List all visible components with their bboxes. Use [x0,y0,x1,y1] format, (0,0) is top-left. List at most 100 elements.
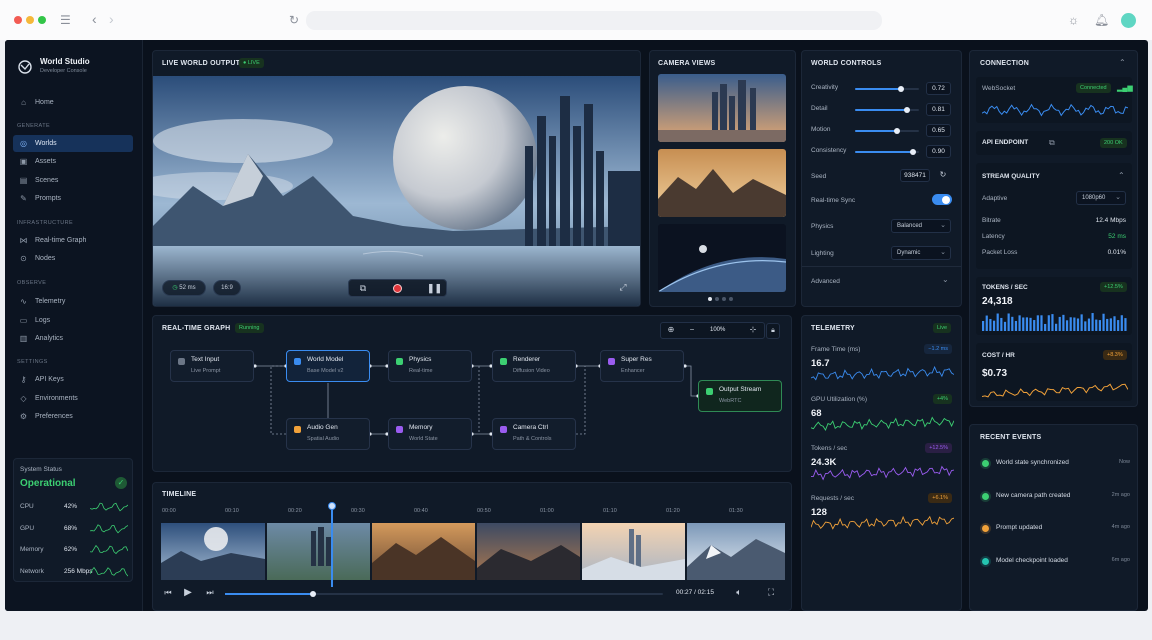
graph-node-physics[interactable]: Physics Real-time [388,350,472,382]
sidebar-item-environments[interactable]: ◇ Environments [13,390,133,407]
recent-events-title: RECENT EVENTS [980,434,1042,441]
slider-knob[interactable] [898,86,905,92]
sidebar-item-logs[interactable]: ▭ Logs [13,312,133,329]
skip-back-icon[interactable]: ⏮︎ [162,588,174,598]
sidebar-item-nodes[interactable]: ⊙ Nodes [13,250,133,267]
camera-view-2[interactable] [658,149,786,217]
resolution-select[interactable]: 1080p60 ⌄ [1076,191,1126,205]
graph-node-output-stream[interactable]: Output Stream WebRTC [698,380,782,412]
maximize-window-button[interactable] [38,16,46,24]
slider-value[interactable]: 0.81 [926,103,951,116]
event-item[interactable]: Model checkpoint loaded 6m ago [980,555,1130,569]
profile-avatar[interactable] [1121,13,1136,28]
reload-icon[interactable]: ↻ [289,14,299,26]
timeline-tick: 00:50 [477,508,491,514]
carousel-indicator[interactable] [708,297,738,301]
play-icon[interactable]: ▶ [182,587,194,598]
record-button[interactable] [393,284,402,293]
back-icon[interactable]: ‹ [92,12,97,26]
theme-sun-icon[interactable]: ☼ [1068,14,1079,26]
timeline-time: 00:27 / 02:15 [676,589,714,596]
copy-icon[interactable]: ⧉ [1049,138,1055,148]
event-time: 6m ago [1111,556,1130,563]
event-item[interactable]: New camera path created 2m ago [980,490,1130,504]
sidebar-item-home[interactable]: ⌂ Home [13,94,133,111]
event-item[interactable]: World state synchronized Now [980,457,1130,471]
fullscreen-icon[interactable]: ⤢ [616,282,630,293]
timeline-tick: 00:00 [162,508,176,514]
timeline-playhead[interactable] [328,502,336,587]
sidebar-item-api-keys[interactable]: ⚷ API Keys [13,371,133,388]
sidebar-item-analytics[interactable]: ▥ Analytics [13,330,133,347]
refresh-seed-icon[interactable]: ↻ [938,170,948,179]
graph-node-audio-gen[interactable]: Audio Gen Spatial Audio [286,418,370,450]
sidebar-item-scenes[interactable]: ▤ Scenes [13,172,133,189]
lighting-label: Lighting [811,250,834,257]
camera-view-1[interactable] [658,74,786,142]
graph-node-text-input[interactable]: Text Input Live Prompt [170,350,254,382]
timeline-scrubber[interactable] [225,591,663,597]
minimize-window-button[interactable] [26,16,34,24]
graph-node-world-model[interactable]: World Model Base Model v2 [286,350,370,382]
sidebar-item-preferences[interactable]: ⚙ Preferences [13,408,133,425]
slider-knob[interactable] [893,128,900,134]
slider-detail[interactable] [855,107,919,113]
node-subtitle: WebRTC [719,398,742,404]
graph-node-renderer[interactable]: Renderer Diffusion Video [492,350,576,382]
box-icon: ▣ [19,157,28,166]
pause-icon[interactable]: ❚❚ [427,283,442,294]
advanced-toggle[interactable]: Advanced [811,278,840,285]
sidebar-item-prompts[interactable]: ✎ Prompts [13,190,133,207]
slider-creativity[interactable] [855,86,919,92]
slider-motion[interactable] [855,128,919,134]
slider-knob[interactable] [909,149,916,155]
chevron-up-icon[interactable]: ⌃ [1118,171,1125,180]
fullscreen-icon[interactable]: ⛶ [765,587,777,598]
slider-knob[interactable] [903,107,910,113]
event-item[interactable]: Prompt updated 4m ago [980,522,1130,536]
sidebar-item-assets[interactable]: ▣ Assets [13,153,133,170]
tokens-title: TOKENS / SEC [982,284,1028,291]
chevron-down-icon: ⌄ [940,222,946,229]
timeline-tick: 00:10 [225,508,239,514]
sidebar-item-worlds[interactable]: ◎ Worlds [13,135,133,152]
physics-label: Physics [811,223,834,230]
node-title: Output Stream [719,386,762,393]
node-title: Renderer [513,356,541,363]
screenshot-icon[interactable]: ⧉ [357,283,369,294]
slider-value[interactable]: 0.65 [926,124,951,137]
sidebar-toggle-icon[interactable]: ☰ [60,14,71,26]
realtime-sync-toggle[interactable] [932,194,952,205]
sidebar-item-telemetry[interactable]: ∿ Telemetry [13,293,133,310]
close-window-button[interactable] [14,16,22,24]
graph-node-memory[interactable]: Memory World State [388,418,472,450]
aspect-chip[interactable]: 16:9 [213,280,241,296]
stream-quality-title: STREAM QUALITY [982,173,1040,180]
telemetry-metric-label: Tokens / sec [811,445,848,452]
playback-controls: ⧉ ❚❚ [348,279,447,297]
timeline-frames[interactable] [161,523,785,580]
notifications-bell-icon[interactable]: 🔔︎ [1094,14,1109,26]
sidebar-item-realtime-graph[interactable]: ⋈ Real-time Graph [13,232,133,249]
volume-icon[interactable]: 🔈︎ [733,587,745,598]
graph-node-super-res[interactable]: Super Res Enhancer [600,350,684,382]
stream-mode-label: Adaptive [982,195,1008,202]
address-bar[interactable] [306,11,882,30]
slider-consistency[interactable] [855,149,919,155]
lighting-select[interactable]: Dynamic ⌄ [891,246,951,260]
forward-icon[interactable]: › [109,12,114,26]
seed-input[interactable]: 938471 [900,169,930,182]
skip-forward-icon[interactable]: ⏭︎ [204,588,216,598]
system-metric-value: 68% [64,524,78,532]
chevron-down-icon[interactable]: ⌄ [942,275,949,284]
websocket-card: WebSocket Connected ▂▄▆ [976,77,1133,123]
slider-value[interactable]: 0.72 [926,82,951,95]
live-world-render [153,76,640,306]
graph-node-camera-ctrl[interactable]: Camera Ctrl Path & Controls [492,418,576,450]
slider-value[interactable]: 0.90 [926,145,951,158]
tokens-value: 24,318 [982,296,1013,307]
physics-select[interactable]: Balanced ⌄ [891,219,951,233]
camera-view-3[interactable] [658,224,786,292]
chevron-up-icon[interactable]: ⌃ [1119,58,1126,67]
camera-views-panel: CAMERA VIEWS [649,50,796,307]
